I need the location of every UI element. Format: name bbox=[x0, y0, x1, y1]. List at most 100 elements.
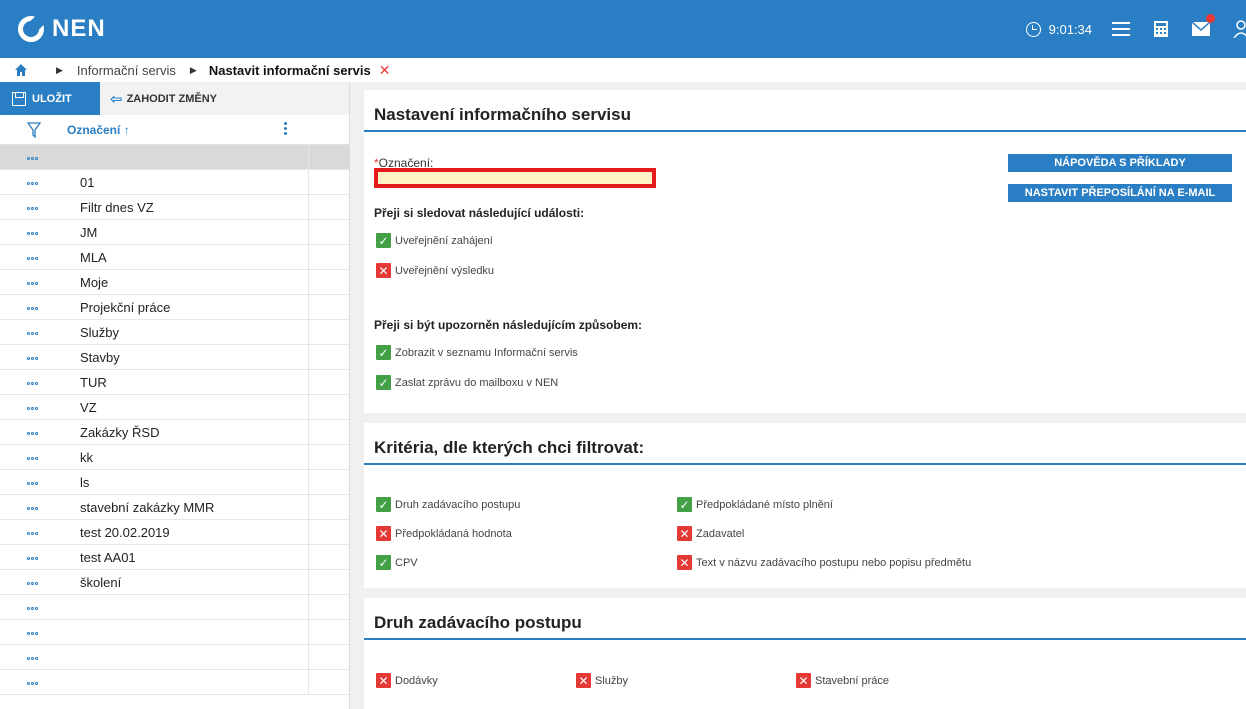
row-menu-icon[interactable] bbox=[0, 626, 80, 638]
row-menu-icon[interactable] bbox=[0, 426, 80, 438]
breadcrumb-arrow-icon: ▶ bbox=[189, 64, 197, 75]
list-item[interactable] bbox=[0, 145, 349, 170]
row-menu-icon[interactable] bbox=[0, 376, 80, 388]
row-menu-icon[interactable] bbox=[0, 601, 80, 613]
breadcrumb-current: Nastavit informační servis bbox=[208, 62, 371, 78]
row-menu-icon[interactable] bbox=[0, 351, 80, 363]
row-menu-icon[interactable] bbox=[0, 476, 80, 488]
list-item[interactable]: Moje bbox=[0, 270, 349, 295]
list-header: Označení ↑ bbox=[0, 115, 349, 145]
row-menu-icon[interactable] bbox=[0, 551, 80, 563]
checkbox-services[interactable]: ✕ Služby bbox=[576, 673, 628, 688]
row-menu-icon[interactable] bbox=[0, 276, 80, 288]
list-item[interactable]: stavební zakázky MMR bbox=[0, 495, 349, 520]
checkbox-criteria-cpv[interactable]: ✓ CPV bbox=[376, 555, 418, 570]
list-item[interactable]: VZ bbox=[0, 395, 349, 420]
filter-icon[interactable] bbox=[27, 121, 41, 138]
breadcrumb-arrow-icon: ▶ bbox=[56, 64, 63, 75]
procedure-type-card: Druh zadávacího postupu ✕ Dodávky ✕ Služby… bbox=[364, 598, 1246, 709]
record-list: 01 Filtr dnes VZ JM MLA Moje Projekční p… bbox=[0, 145, 349, 695]
settings-title: Nastavení informačního servisu bbox=[364, 90, 1246, 132]
list-item[interactable]: test 20.02.2019 bbox=[0, 520, 349, 545]
discard-changes-button[interactable]: ⇦ ZAHODIT ZMĚNY bbox=[100, 82, 217, 115]
column-menu-icon[interactable] bbox=[284, 122, 287, 137]
list-item[interactable]: 01 bbox=[0, 170, 349, 195]
clock-time: 9:01:34 bbox=[1048, 21, 1092, 37]
checkbox-checked-icon: ✓ bbox=[376, 555, 391, 570]
breadcrumb-parent[interactable]: Informační servis bbox=[77, 63, 176, 78]
checkbox-unchecked-icon: ✕ bbox=[576, 673, 591, 688]
checkbox-construction-works[interactable]: ✕ Stavební práce bbox=[796, 673, 889, 688]
home-icon[interactable] bbox=[14, 63, 28, 77]
checkbox-checked-icon: ✓ bbox=[376, 375, 391, 390]
events-heading: Přeji si sledovat následující události: bbox=[374, 206, 585, 220]
help-examples-button[interactable]: NÁPOVĚDA S PŘÍKLADY bbox=[1008, 154, 1232, 172]
row-menu-icon[interactable] bbox=[0, 676, 80, 688]
menu-icon[interactable] bbox=[1112, 20, 1130, 38]
row-menu-icon[interactable] bbox=[0, 501, 80, 513]
checkbox-unchecked-icon: ✕ bbox=[376, 673, 391, 688]
checkbox-unchecked-icon: ✕ bbox=[376, 526, 391, 541]
row-menu-icon[interactable] bbox=[0, 301, 80, 313]
checkbox-notify-mailbox[interactable]: ✓ Zaslat zprávu do mailboxu v NEN bbox=[376, 375, 558, 390]
row-menu-icon[interactable] bbox=[0, 401, 80, 413]
list-item[interactable] bbox=[0, 595, 349, 620]
list-item[interactable] bbox=[0, 620, 349, 645]
mail-icon[interactable] bbox=[1192, 14, 1215, 38]
list-item[interactable]: JM bbox=[0, 220, 349, 245]
column-header-oznaceni[interactable]: Označení ↑ bbox=[67, 123, 130, 137]
list-item[interactable] bbox=[0, 670, 349, 695]
top-bar: NEN 9:01:34 bbox=[0, 0, 1246, 58]
checkbox-criteria-contracting-authority[interactable]: ✕ Zadavatel bbox=[677, 526, 744, 541]
save-label: ULOŽIT bbox=[32, 92, 72, 105]
list-item[interactable] bbox=[0, 645, 349, 670]
checkbox-supplies[interactable]: ✕ Dodávky bbox=[376, 673, 438, 688]
designation-input[interactable] bbox=[374, 168, 656, 188]
checkbox-event-start[interactable]: ✓ Uveřejnění zahájení bbox=[376, 233, 493, 248]
list-item[interactable]: školení bbox=[0, 570, 349, 595]
row-menu-icon[interactable] bbox=[0, 451, 80, 463]
calculator-icon[interactable] bbox=[1152, 20, 1170, 38]
settings-card: Nastavení informačního servisu *Označení… bbox=[364, 90, 1246, 413]
list-item[interactable]: Filtr dnes VZ bbox=[0, 195, 349, 220]
nen-logo[interactable]: NEN bbox=[18, 15, 106, 43]
notify-heading: Přeji si být upozorněn následujícím způs… bbox=[374, 318, 643, 332]
checkbox-criteria-procedure-type[interactable]: ✓ Druh zadávacího postupu bbox=[376, 497, 520, 512]
checkbox-unchecked-icon: ✕ bbox=[796, 673, 811, 688]
row-menu-icon[interactable] bbox=[0, 151, 80, 163]
discard-label: ZAHODIT ZMĚNY bbox=[126, 92, 218, 105]
list-item[interactable]: Projekční práce bbox=[0, 295, 349, 320]
checkbox-unchecked-icon: ✕ bbox=[376, 263, 391, 278]
row-menu-icon[interactable] bbox=[0, 651, 80, 663]
user-icon[interactable] bbox=[1232, 20, 1246, 38]
row-menu-icon[interactable] bbox=[0, 226, 80, 238]
checkbox-criteria-text[interactable]: ✕ Text v názvu zadávacího postupu nebo po… bbox=[677, 555, 971, 570]
sort-asc-icon: ↑ bbox=[123, 122, 130, 137]
action-bar: ULOŽIT ⇦ ZAHODIT ZMĚNY bbox=[0, 82, 349, 115]
row-menu-icon[interactable] bbox=[0, 176, 80, 188]
save-button[interactable]: ULOŽIT bbox=[0, 82, 100, 115]
close-tab-icon[interactable]: ✕ bbox=[379, 62, 391, 79]
row-menu-icon[interactable] bbox=[0, 201, 80, 213]
row-menu-icon[interactable] bbox=[0, 326, 80, 338]
list-item[interactable]: Stavby bbox=[0, 345, 349, 370]
checkbox-criteria-value[interactable]: ✕ Předpokládaná hodnota bbox=[376, 526, 512, 541]
list-item[interactable]: Služby bbox=[0, 320, 349, 345]
criteria-title: Kritéria, dle kterých chci filtrovat: bbox=[364, 423, 1246, 465]
list-item[interactable]: test AA01 bbox=[0, 545, 349, 570]
notification-dot bbox=[1206, 14, 1215, 23]
row-menu-icon[interactable] bbox=[0, 251, 80, 263]
list-item[interactable]: Zakázky ŘSD bbox=[0, 420, 349, 445]
checkbox-criteria-place[interactable]: ✓ Předpokládané místo plnění bbox=[677, 497, 833, 512]
undo-icon: ⇦ bbox=[110, 90, 123, 108]
save-icon bbox=[12, 91, 26, 106]
list-item[interactable]: MLA bbox=[0, 245, 349, 270]
row-menu-icon[interactable] bbox=[0, 526, 80, 538]
list-item[interactable]: kk bbox=[0, 445, 349, 470]
checkbox-notify-list[interactable]: ✓ Zobrazit v seznamu Informační servis bbox=[376, 345, 578, 360]
email-forwarding-button[interactable]: NASTAVIT PŘEPOSÍLÁNÍ NA E-MAIL bbox=[1008, 184, 1232, 202]
row-menu-icon[interactable] bbox=[0, 576, 80, 588]
list-item[interactable]: ls bbox=[0, 470, 349, 495]
checkbox-event-result[interactable]: ✕ Uveřejnění výsledku bbox=[376, 263, 494, 278]
list-item[interactable]: TUR bbox=[0, 370, 349, 395]
